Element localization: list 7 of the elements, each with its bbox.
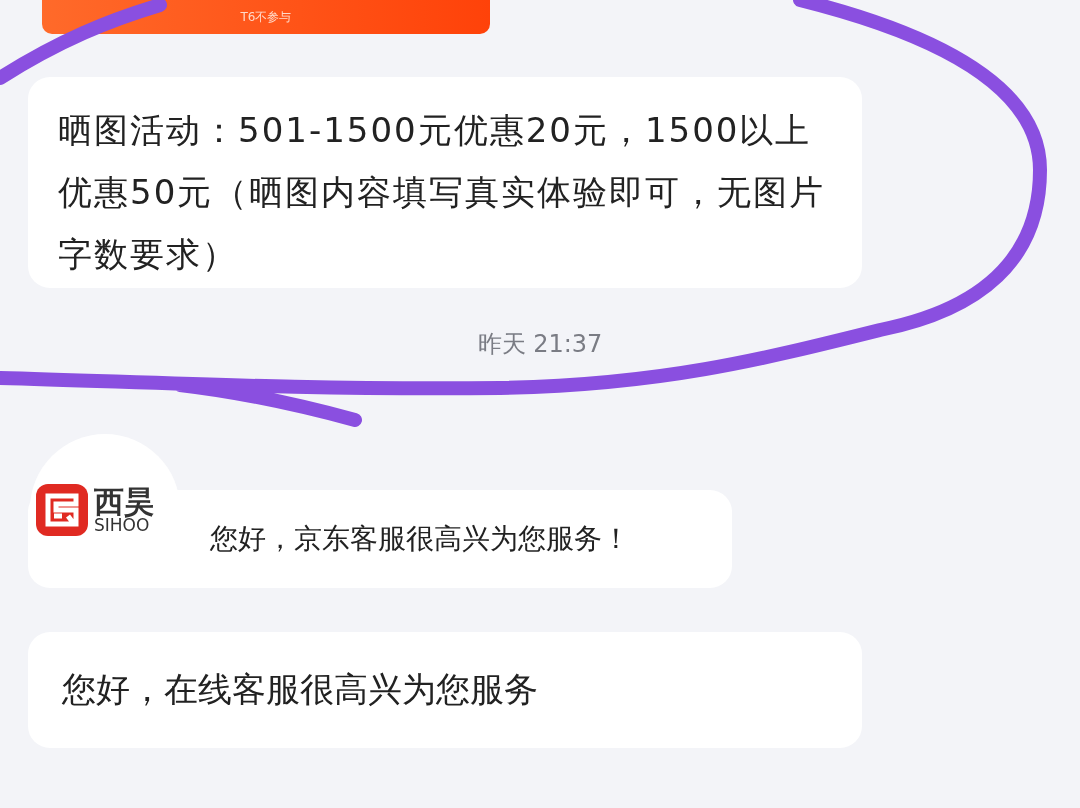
timestamp: 昨天 21:37 — [477, 330, 603, 358]
message-text: 您好，在线客服很高兴为您服务 — [62, 668, 538, 711]
message-text: 晒图活动：501-1500元优惠20元，1500以上优惠50元（晒图内容填写真实体验即可，无图片字数要求） — [58, 110, 826, 274]
banner-text: T6不参与 — [240, 8, 292, 26]
message-text: 您好，京东客服很高兴为您服务！ — [210, 521, 630, 557]
brand-name: 西昊 — [94, 486, 154, 517]
logo-icon — [36, 484, 88, 536]
